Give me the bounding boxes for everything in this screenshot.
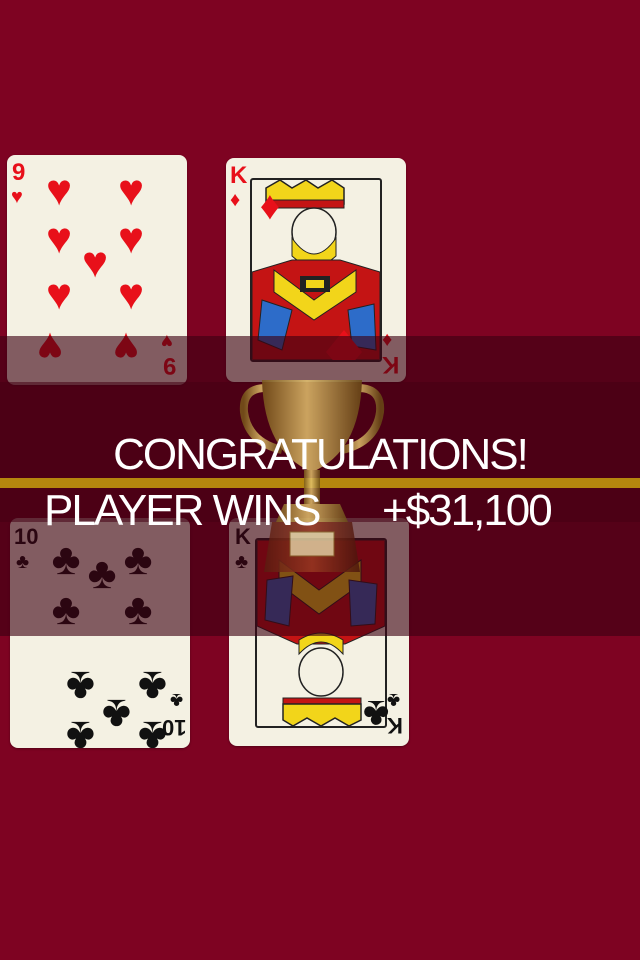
diamond-icon: ♦ bbox=[230, 189, 241, 211]
club-icon: ♣ bbox=[66, 712, 95, 748]
heart-icon: ♥ bbox=[117, 166, 145, 215]
club-icon: ♣ bbox=[387, 689, 401, 711]
heart-icon: ♥ bbox=[45, 270, 73, 319]
heart-icon: ♥ bbox=[45, 214, 73, 263]
player-wins-label: PLAYER WINS bbox=[44, 486, 321, 535]
club-icon: ♣ bbox=[170, 689, 184, 711]
club-icon: ♣ bbox=[138, 662, 167, 711]
diamond-icon: ♦ bbox=[259, 184, 281, 228]
heart-icon: ♥ bbox=[11, 186, 23, 208]
card-rank: K bbox=[230, 162, 248, 189]
card-rank: K bbox=[387, 713, 403, 738]
congratulations-title: CONGRATULATIONS! bbox=[113, 430, 529, 479]
win-amount: +$31,100 bbox=[382, 486, 553, 535]
heart-icon: ♥ bbox=[81, 238, 109, 287]
card-rank: 10 bbox=[162, 715, 187, 740]
club-icon: ♣ bbox=[66, 662, 95, 711]
heart-icon: ♥ bbox=[45, 166, 73, 215]
card-rank: 9 bbox=[12, 159, 26, 186]
club-icon: ♣ bbox=[102, 690, 131, 739]
club-icon: ♣ bbox=[363, 692, 390, 736]
heart-icon: ♥ bbox=[117, 270, 145, 319]
heart-icon: ♥ bbox=[117, 214, 145, 263]
